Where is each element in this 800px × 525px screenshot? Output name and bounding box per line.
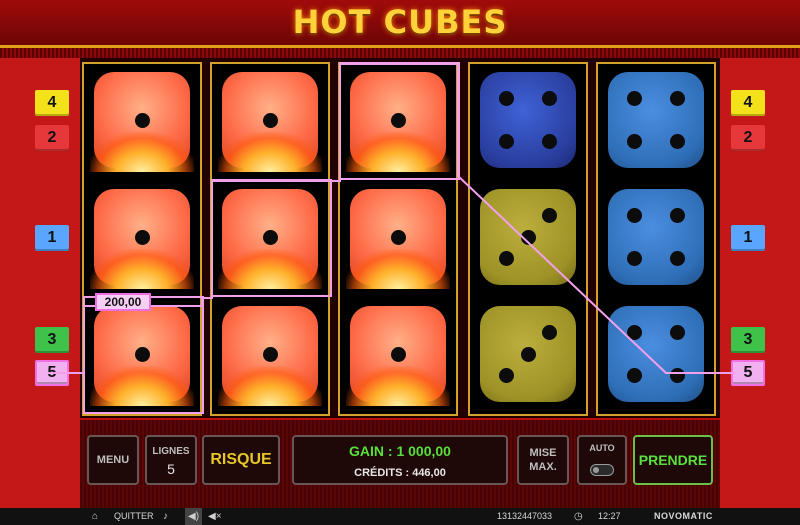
gain-panel: GAIN : 1 000,00 CRÉDITS : 446,00: [292, 435, 508, 485]
sound-effects-icon[interactable]: ♪: [163, 508, 168, 525]
auto-toggle[interactable]: [590, 464, 614, 476]
max-bet-button[interactable]: MISE MAX.: [517, 435, 569, 485]
quit-link[interactable]: QUITTER: [114, 508, 154, 525]
win-amount-label: 200,00: [95, 293, 151, 311]
control-bar: MENU LIGNES 5 RISQUE GAIN : 1 000,00 CRÉ…: [80, 420, 720, 508]
auto-label: AUTO: [589, 443, 615, 453]
gain-amount: GAIN : 1 000,00: [349, 443, 451, 459]
max-bet-label-1: MISE: [529, 447, 557, 459]
lines-label: LIGNES: [152, 446, 190, 457]
lines-value: 5: [167, 461, 175, 477]
novomatic-logo: NOVOMATIC: [654, 511, 713, 521]
session-id: 13132447033: [497, 511, 553, 521]
auto-button[interactable]: AUTO: [577, 435, 627, 485]
home-icon[interactable]: ⌂: [92, 508, 98, 525]
clock-time: 12:27: [598, 511, 621, 521]
take-button[interactable]: PRENDRE: [633, 435, 713, 485]
menu-button[interactable]: MENU: [87, 435, 139, 485]
risk-button[interactable]: RISQUE: [202, 435, 280, 485]
credits-amount: CRÉDITS : 446,00: [354, 467, 446, 479]
volume-icon[interactable]: ◀): [185, 508, 203, 525]
clock-icon: ◷: [574, 511, 583, 522]
mute-icon[interactable]: ◀×: [208, 508, 222, 525]
max-bet-label-2: MAX.: [529, 461, 557, 473]
lines-button[interactable]: LIGNES 5: [145, 435, 197, 485]
status-bar: ⌂ QUITTER ♪ ◀) ◀× 13132447033 ◷ 12:27 NO…: [0, 508, 800, 525]
